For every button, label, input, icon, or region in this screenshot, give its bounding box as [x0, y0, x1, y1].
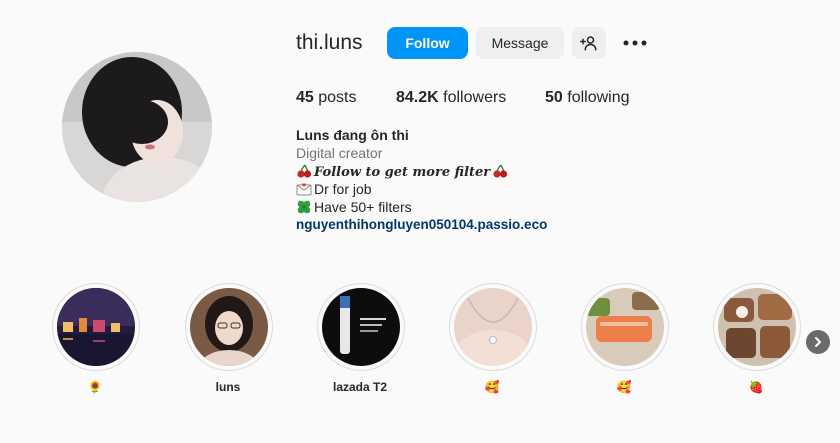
profile-username: thi.luns — [296, 31, 363, 54]
followers-label: followers — [443, 89, 507, 106]
followers-stat[interactable]: 84.2K followers — [396, 89, 506, 107]
highlight-label: 🌻 — [87, 380, 103, 394]
more-options-icon — [623, 40, 647, 46]
posts-count: 45 — [296, 89, 314, 106]
bio-line2-text: Dr for job — [314, 181, 372, 197]
highlight-label: 🍓 — [748, 380, 764, 394]
bio-line-job: Dr for job — [296, 180, 372, 198]
profile-avatar[interactable] — [62, 52, 212, 202]
highlight-item[interactable] — [317, 283, 405, 371]
followers-count: 84.2K — [396, 89, 439, 106]
more-options-button[interactable] — [621, 33, 649, 53]
profile-category: Digital creator — [296, 145, 383, 161]
envelope-heart-icon — [296, 183, 312, 196]
highlights-next-button[interactable] — [806, 330, 830, 354]
following-count: 50 — [545, 89, 563, 106]
cherries-icon — [493, 164, 508, 178]
follow-button[interactable]: Follow — [387, 27, 468, 59]
bio-line3-text: Have 50+ filters — [314, 199, 412, 215]
posts-label: posts — [318, 89, 357, 106]
chevron-right-icon — [815, 337, 821, 347]
suggest-people-button[interactable] — [572, 27, 606, 59]
highlight-label: 🥰 — [616, 380, 632, 394]
bio-line-filter: Follow to get more filter — [296, 162, 510, 182]
highlight-label: luns — [215, 380, 241, 394]
bio-line1-text: Follow to get more filter — [314, 165, 491, 180]
cherries-icon — [297, 164, 312, 178]
highlight-item[interactable] — [581, 283, 669, 371]
highlight-label: lazada T2 — [332, 380, 388, 394]
highlight-item[interactable] — [449, 283, 537, 371]
highlight-label: 🥰 — [484, 380, 500, 394]
profile-display-name: Luns đang ôn thi — [296, 127, 409, 143]
bio-line-filters: Have 50+ filters — [296, 198, 412, 216]
following-stat[interactable]: 50 following — [545, 89, 630, 107]
add-person-icon — [580, 36, 597, 51]
following-label: following — [567, 89, 630, 106]
posts-stat: 45 posts — [296, 89, 357, 107]
clover-icon — [297, 200, 311, 214]
bio-link[interactable]: nguyenthihongluyen050104.passio.eco — [296, 216, 547, 234]
highlight-item[interactable] — [185, 283, 273, 371]
highlight-item[interactable] — [52, 283, 140, 371]
message-button[interactable]: Message — [476, 27, 564, 59]
highlight-item[interactable] — [713, 283, 801, 371]
